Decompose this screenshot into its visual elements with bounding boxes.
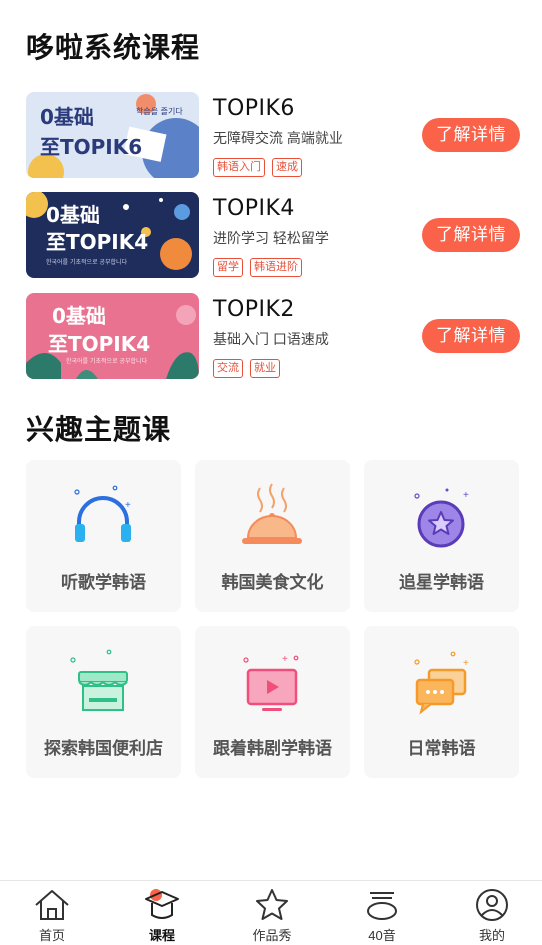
chat-bubbles-icon: +: [414, 651, 469, 715]
course-item-topik6[interactable]: 0基础 至TOPIK6 학습을 즐기다 TOPIK6 无障碍交流 高端就业 韩语…: [26, 92, 520, 180]
course-tag: 就业: [250, 359, 280, 378]
topic-card-drama[interactable]: + 跟着韩剧学韩语: [195, 626, 350, 778]
course-name: TOPIK4: [213, 196, 295, 221]
course-item-topik2[interactable]: 0基础 至TOPIK4 한국어를 기초적으로 공부합니다 TOPIK2 基础入门…: [26, 293, 520, 381]
thumb-line2: 至TOPIK4: [48, 332, 150, 356]
svg-text:+: +: [463, 658, 469, 669]
course-name: TOPIK2: [213, 297, 295, 322]
tab-profile[interactable]: 我的: [452, 887, 532, 945]
topic-card-store[interactable]: 探索韩国便利店: [26, 626, 181, 778]
thumb-korean: 학습을 즐기다: [136, 106, 183, 116]
system-courses-title: 哆啦系统课程: [26, 32, 201, 63]
tab-label: 课程: [148, 928, 175, 943]
syllable-icon: [367, 892, 397, 920]
course-desc: 基础入门 口语速成: [213, 331, 329, 347]
learn-more-button[interactable]: 了解详情: [422, 319, 520, 353]
thumb-line2: 至TOPIK4: [46, 230, 148, 254]
star-badge-icon: +: [414, 488, 469, 548]
thumb-korean: 한국어를 기초적으로 공부합니다: [46, 258, 128, 266]
svg-text:+: +: [463, 490, 469, 501]
tab-label: 40音: [368, 928, 396, 943]
course-thumbnail[interactable]: 0基础 至TOPIK6 학습을 즐기다: [26, 92, 199, 178]
profile-icon: [476, 889, 508, 921]
thumb-korean: 한국어를 기초적으로 공부합니다: [66, 357, 148, 365]
topic-label: 探索韩国便利店: [44, 739, 163, 758]
star-icon: [256, 889, 288, 920]
topic-card-idol[interactable]: + 追星学韩语: [364, 460, 519, 612]
tab-40-sounds[interactable]: 40音: [342, 887, 422, 945]
topic-label: 听歌学韩语: [61, 573, 146, 592]
course-name: TOPIK6: [213, 96, 295, 121]
topic-label: 韩国美食文化: [221, 573, 324, 592]
topic-label: 跟着韩剧学韩语: [213, 739, 332, 758]
course-tag: 交流: [213, 359, 243, 378]
tab-label: 我的: [478, 928, 505, 943]
thumb-line1: 0基础: [40, 105, 94, 129]
tv-play-icon: +: [243, 654, 299, 711]
thumb-line1: 0基础: [46, 203, 100, 227]
course-tag: 留学: [213, 258, 243, 277]
learn-more-button[interactable]: 了解详情: [422, 118, 520, 152]
graduation-cap-icon: [145, 889, 179, 919]
course-tag: 韩语进阶: [250, 258, 302, 277]
topic-label: 日常韩语: [407, 739, 476, 758]
topic-label: 追星学韩语: [399, 573, 484, 592]
topic-card-daily[interactable]: + 日常韩语: [364, 626, 519, 778]
store-icon: [70, 649, 128, 711]
headphones-icon: +: [74, 485, 131, 542]
thumb-line1: 0基础: [52, 304, 106, 328]
interest-courses-title: 兴趣主题课: [26, 414, 172, 445]
course-thumbnail[interactable]: 0基础 至TOPIK4 한국어를 기초적으로 공부합니다: [26, 192, 199, 278]
topic-card-food[interactable]: 韩国美食文化: [195, 460, 350, 612]
svg-text:+: +: [282, 654, 288, 665]
course-thumbnail[interactable]: 0基础 至TOPIK4 한국어를 기초적으로 공부합니다: [26, 293, 199, 379]
course-tag: 韩语入门: [213, 158, 265, 177]
bottom-tab-bar: 首页 课程 作品秀 40音 我的: [0, 880, 542, 945]
course-desc: 进阶学习 轻松留学: [213, 230, 329, 246]
svg-text:+: +: [125, 500, 131, 511]
tab-showcase[interactable]: 作品秀: [232, 887, 312, 945]
course-tag: 速成: [272, 158, 302, 177]
course-item-topik4[interactable]: 0基础 至TOPIK4 한국어를 기초적으로 공부합니다 TOPIK4 进阶学习…: [26, 192, 520, 280]
tab-home[interactable]: 首页: [12, 887, 92, 945]
food-cloche-icon: [242, 483, 302, 544]
course-desc: 无障碍交流 高端就业: [213, 130, 343, 146]
home-icon: [35, 890, 69, 920]
tab-label: 首页: [38, 928, 65, 943]
thumb-line2: 至TOPIK6: [40, 135, 142, 159]
tab-courses[interactable]: 课程: [122, 887, 202, 945]
tab-label: 作品秀: [252, 928, 292, 943]
topic-card-songs[interactable]: + 听歌学韩语: [26, 460, 181, 612]
learn-more-button[interactable]: 了解详情: [422, 218, 520, 252]
